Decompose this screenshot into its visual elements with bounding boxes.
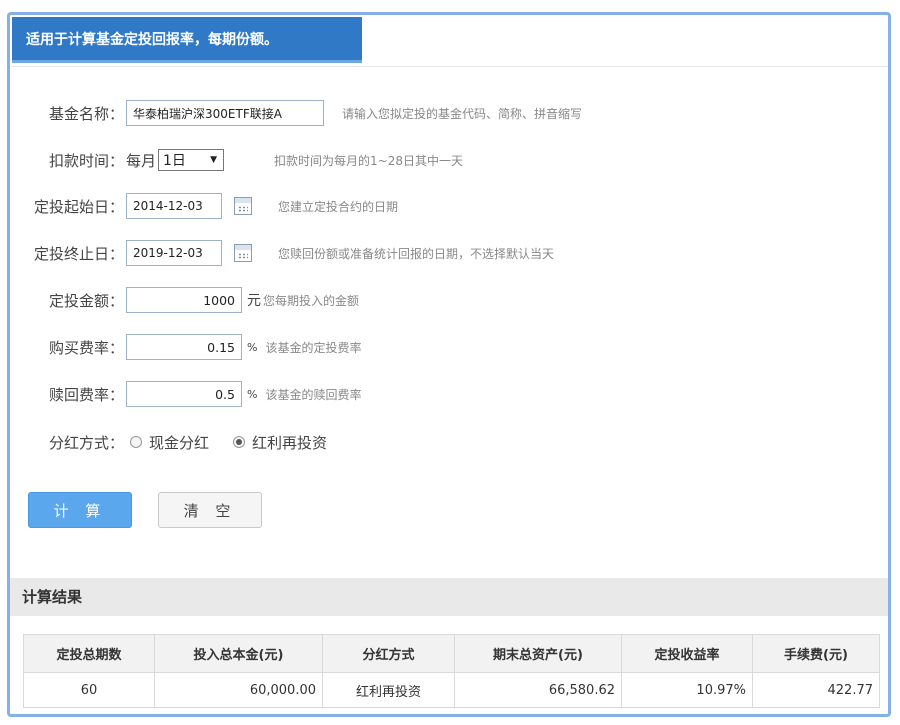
redeem-fee-unit: % xyxy=(247,387,258,401)
start-date-input[interactable]: 2014-12-03 xyxy=(126,193,222,219)
end-date-input[interactable]: 2019-12-03 xyxy=(126,240,222,266)
dividend-reinvest-radio[interactable] xyxy=(233,436,246,448)
start-date-hint: 您建立定投合约的日期 xyxy=(278,199,399,214)
amount-unit: 元 xyxy=(247,293,261,309)
purchase-fee-input[interactable]: 0.15 xyxy=(126,334,242,360)
fund-name-row: 基金名称： 华泰柏瑞沪深300ETF联接A 请输入您拟定投的基金代码、简称、拼音… xyxy=(10,98,582,128)
results-title: 计算结果 xyxy=(10,578,888,616)
start-date-row: 定投起始日： 2014-12-03 您建立定投合约的日期 xyxy=(10,191,398,221)
column-header: 手续费(元) xyxy=(752,634,880,673)
redeem-fee-label: 赎回费率： xyxy=(48,385,124,404)
debit-time-row: 扣款时间： 每月 1日 ▼ 扣款时间为每月的1~28日其中一天 xyxy=(10,145,463,175)
dividend-cash-radio[interactable] xyxy=(130,436,142,448)
panel-title: 适用于计算基金定投回报率，每期份额。 xyxy=(12,17,362,63)
debit-time-prefix: 每月 xyxy=(126,151,157,170)
table-row: 60 60,000.00 红利再投资 66,580.62 10.97% 422.… xyxy=(23,672,880,708)
end-date-row: 定投终止日： 2019-12-03 您赎回份额或准备统计回报的日期，不选择默认当… xyxy=(10,238,554,268)
redeem-fee-input[interactable]: 0.5 xyxy=(126,381,242,407)
amount-row: 定投金额： 1000 元 您每期投入的金额 xyxy=(10,285,359,315)
column-header: 分红方式 xyxy=(322,634,455,673)
fees-cell: 422.77 xyxy=(752,672,880,708)
purchase-fee-label: 购买费率： xyxy=(48,338,124,357)
dividend-reinvest-label[interactable]: 红利再投资 xyxy=(252,432,327,453)
results-header-row: 定投总期数 投入总本金(元) 分红方式 期末总资产(元) 定投收益率 手续费(元… xyxy=(23,634,880,673)
column-header: 定投收益率 xyxy=(621,634,753,673)
results-table: 定投总期数 投入总本金(元) 分红方式 期末总资产(元) 定投收益率 手续费(元… xyxy=(23,634,880,708)
column-header: 投入总本金(元) xyxy=(154,634,323,673)
end-date-label: 定投终止日： xyxy=(33,244,124,263)
total-periods-cell: 60 xyxy=(23,672,155,708)
divider xyxy=(12,66,888,67)
redeem-fee-hint: 该基金的赎回费率 xyxy=(265,387,362,402)
clear-button[interactable]: 清 空 xyxy=(158,492,262,528)
column-header: 期末总资产(元) xyxy=(454,634,622,673)
dividend-radio-group: 现金分红 红利再投资 xyxy=(126,432,347,453)
debit-time-label: 扣款时间： xyxy=(48,151,124,170)
fund-name-input[interactable]: 华泰柏瑞沪深300ETF联接A xyxy=(126,100,324,126)
final-assets-cell: 66,580.62 xyxy=(454,672,622,708)
total-principal-cell: 60,000.00 xyxy=(154,672,323,708)
debit-time-hint: 扣款时间为每月的1~28日其中一天 xyxy=(274,153,463,168)
calendar-icon[interactable] xyxy=(234,197,252,215)
redeem-fee-row: 赎回费率： 0.5 % 该基金的赎回费率 xyxy=(10,379,361,409)
dividend-row: 分红方式： 现金分红 红利再投资 xyxy=(10,427,347,457)
dividend-cash-label[interactable]: 现金分红 xyxy=(149,432,209,453)
return-rate-cell: 10.97% xyxy=(621,672,753,708)
amount-input[interactable]: 1000 xyxy=(126,287,242,313)
debit-day-value: 1日 xyxy=(163,153,186,169)
calculate-button[interactable]: 计 算 xyxy=(28,492,132,528)
column-header: 定投总期数 xyxy=(23,634,155,673)
end-date-hint: 您赎回份额或准备统计回报的日期，不选择默认当天 xyxy=(278,246,555,261)
dividend-label: 分红方式： xyxy=(48,433,124,452)
fund-name-label: 基金名称： xyxy=(48,104,124,123)
purchase-fee-row: 购买费率： 0.15 % 该基金的定投费率 xyxy=(10,332,361,362)
chevron-down-icon: ▼ xyxy=(210,155,218,165)
purchase-fee-unit: % xyxy=(247,340,258,354)
calculator-panel: 适用于计算基金定投回报率，每期份额。 基金名称： 华泰柏瑞沪深300ETF联接A… xyxy=(7,12,891,717)
debit-day-select[interactable]: 1日 ▼ xyxy=(158,149,225,171)
fund-name-hint: 请输入您拟定投的基金代码、简称、拼音缩写 xyxy=(342,106,583,121)
start-date-label: 定投起始日： xyxy=(33,197,124,216)
dividend-method-cell: 红利再投资 xyxy=(322,672,455,708)
purchase-fee-hint: 该基金的定投费率 xyxy=(265,340,362,355)
amount-label: 定投金额： xyxy=(48,291,124,310)
amount-hint: 您每期投入的金额 xyxy=(263,293,360,308)
calendar-icon[interactable] xyxy=(234,244,252,262)
